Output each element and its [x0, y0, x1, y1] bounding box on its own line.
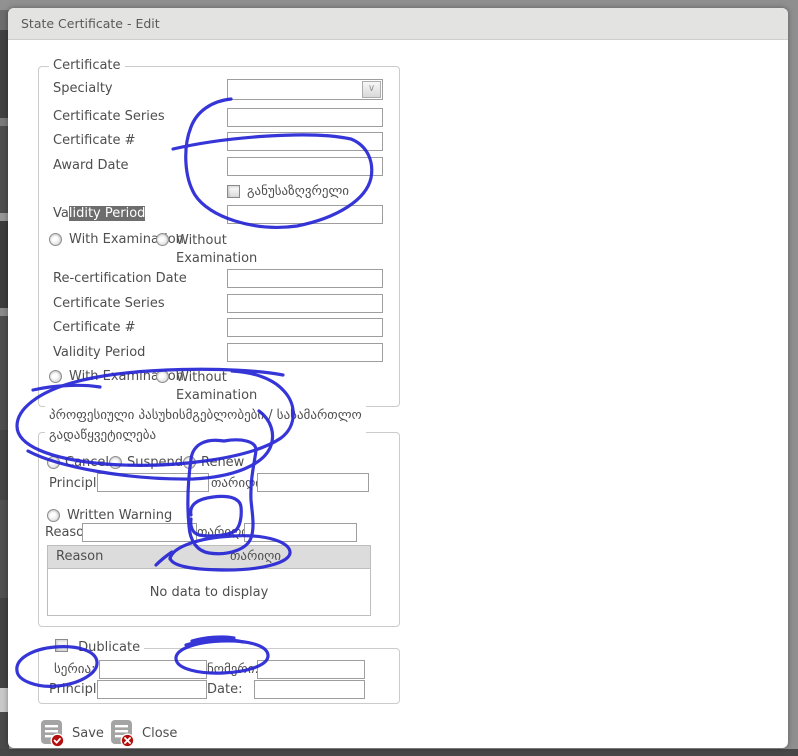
without-examination2-label: Without Examination — [176, 369, 256, 405]
specialty-select[interactable]: ∨ — [227, 79, 383, 100]
indefinite-label: განუსაზღვრელი — [247, 184, 349, 199]
principles-date-input[interactable] — [257, 473, 369, 492]
suspend-radio[interactable] — [109, 456, 122, 469]
validity-label-normal: Va — [53, 206, 69, 221]
dialog-titlebar[interactable]: State Certificate - Edit — [8, 8, 788, 40]
duplicate-date-label: Date: — [207, 682, 242, 697]
suspend-label: Suspend — [127, 455, 183, 470]
principles-date-label: თარიღი — [211, 476, 262, 491]
certificate-number2-input[interactable] — [227, 318, 383, 337]
with-examination-radio[interactable] — [49, 233, 62, 246]
award-date-input[interactable] — [227, 157, 383, 176]
certificate-series-input[interactable] — [227, 108, 383, 127]
recertification-date-label: Re-certification Date — [53, 271, 187, 286]
cancel-label: Cancel — [65, 455, 109, 470]
duplicate-principles-input[interactable] — [97, 680, 207, 699]
renew-label: Renew — [201, 455, 244, 470]
chevron-down-icon[interactable]: ∨ — [362, 81, 381, 98]
state-certificate-edit-dialog: State Certificate - Edit Certificate Spe… — [8, 8, 788, 748]
reason-table: Reason თარიღი No data to display — [47, 545, 371, 616]
reason-column-header[interactable]: Reason — [48, 546, 222, 568]
save-button[interactable]: Save — [38, 718, 104, 748]
save-form-icon — [38, 718, 66, 748]
table-empty-message: No data to display — [48, 569, 370, 615]
without-examination2-radio[interactable] — [156, 370, 169, 383]
page-background-bottom-edge — [0, 749, 798, 756]
validity-period2-input[interactable] — [227, 343, 383, 362]
renew-radio[interactable] — [183, 456, 196, 469]
award-date-label: Award Date — [53, 158, 129, 173]
save-button-label: Save — [72, 726, 104, 741]
certificate-fieldset: Certificate Specialty ∨ Certificate Seri… — [38, 66, 400, 407]
liability-fieldset: პროფესიული პასუხისმგებლობები / სასამართლ… — [38, 432, 400, 627]
nomeri-label: ნომერი: — [207, 662, 259, 677]
duplicate-fieldset: Dublicate სერია: ნომერი: Principles: Dat… — [38, 648, 400, 704]
reason-input[interactable] — [82, 523, 197, 542]
seria-input[interactable] — [99, 660, 207, 679]
certificate-series-label: Certificate Series — [53, 109, 165, 124]
validity-period2-label: Validity Period — [53, 345, 145, 360]
principles-input[interactable] — [97, 473, 209, 492]
without-examination-radio[interactable] — [156, 233, 169, 246]
written-warning-radio[interactable] — [47, 509, 60, 522]
certificate-legend: Certificate — [49, 58, 125, 73]
date-column-header[interactable]: თარიღი — [222, 546, 370, 568]
liability-legend-line2: გადაწყვეტილება — [49, 426, 362, 446]
with-examination2-radio[interactable] — [49, 370, 62, 383]
recertification-date-input[interactable] — [227, 269, 383, 288]
written-warning-label: Written Warning — [67, 508, 172, 523]
close-button-label: Close — [142, 726, 177, 741]
reason-date-label: თარიღი — [197, 525, 248, 540]
specialty-label: Specialty — [53, 81, 113, 96]
certificate-number2-label: Certificate # — [53, 320, 136, 335]
reason-date-input[interactable] — [244, 523, 357, 542]
cancel-radio[interactable] — [47, 456, 60, 469]
duplicate-label: Dublicate — [78, 640, 140, 655]
indefinite-checkbox[interactable] — [227, 185, 240, 198]
nomeri-input[interactable] — [257, 660, 365, 679]
duplicate-date-input[interactable] — [254, 680, 365, 699]
certificate-series2-label: Certificate Series — [53, 296, 165, 311]
duplicate-legend: Dublicate — [51, 639, 144, 655]
close-form-icon — [108, 718, 136, 748]
without-examination-label-1: Without Examination — [176, 232, 256, 268]
seria-label: სერია: — [54, 662, 95, 677]
reason-table-header: Reason თარიღი — [48, 546, 370, 569]
certificate-number-label: Certificate # — [53, 133, 136, 148]
dialog-title: State Certificate - Edit — [21, 16, 160, 31]
certificate-number-input[interactable] — [227, 132, 383, 151]
validity-period-input[interactable] — [227, 205, 383, 224]
validity-label-selected: lidity Period — [69, 206, 146, 221]
close-button[interactable]: Close — [108, 718, 177, 748]
validity-period-label: Validity Period — [53, 206, 145, 221]
liability-legend: პროფესიული პასუხისმგებლობები / სასამართლ… — [45, 406, 366, 446]
certificate-series2-input[interactable] — [227, 294, 383, 313]
duplicate-checkbox[interactable] — [55, 639, 68, 652]
liability-legend-line1: პროფესიული პასუხისმგებლობები / სასამართლ… — [49, 406, 362, 426]
